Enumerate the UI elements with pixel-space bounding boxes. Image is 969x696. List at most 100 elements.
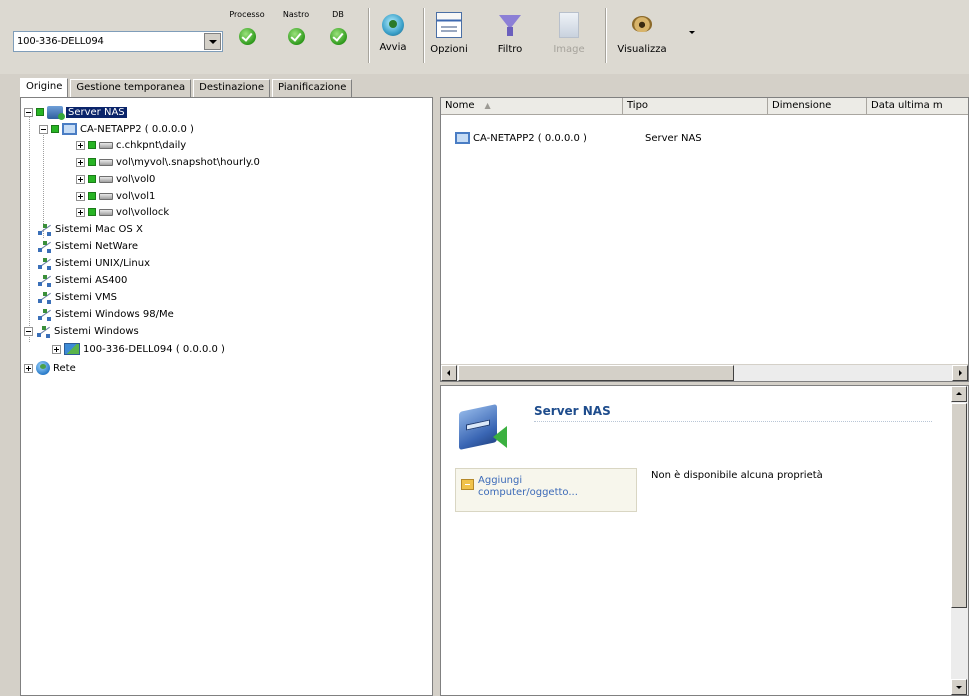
network-group-icon [37,291,52,304]
image-icon [559,12,579,38]
add-computer-button[interactable]: Aggiungi computer/oggetto... [455,468,637,512]
selection-checkbox[interactable] [88,158,96,166]
opzioni-button[interactable]: Opzioni [427,12,471,55]
options-icon [436,12,462,38]
sort-asc-icon: ▲ [484,101,491,110]
volume-icon [99,192,113,200]
tree-item-label: Server NAS [66,106,127,118]
tree-item-vms[interactable]: Sistemi VMS [37,289,117,305]
tab-origine[interactable]: Origine [20,78,69,97]
column-header-tipo[interactable]: Tipo [623,98,768,115]
visualizza-dropdown-icon[interactable] [689,31,695,34]
vertical-scrollbar[interactable] [951,386,968,695]
tree-item-volume[interactable]: vol\vollock [76,204,169,220]
tree-item-netware[interactable]: Sistemi NetWare [37,238,138,254]
collapse-icon[interactable] [24,107,33,117]
selection-checkbox[interactable] [36,108,44,116]
selection-checkbox[interactable] [51,125,59,133]
selection-checkbox[interactable] [88,141,96,149]
collapse-icon[interactable] [39,124,48,134]
scrollbar-thumb[interactable] [458,365,734,381]
tab-pianificazione[interactable]: Pianificazione [272,79,353,97]
globe-icon [36,361,50,375]
tab-destinazione[interactable]: Destinazione [193,79,271,97]
column-header-dimensione[interactable]: Dimensione [768,98,867,115]
tab-gestione-temporanea[interactable]: Gestione temporanea [70,79,192,97]
expand-icon[interactable] [76,157,85,167]
status-processo: Processo [225,10,269,45]
tree-item-unix[interactable]: Sistemi UNIX/Linux [37,255,150,271]
list-header: Nome ▲ Tipo Dimensione Data ultima m [441,98,968,115]
tree-item-label: Sistemi NetWare [55,240,139,252]
expand-icon[interactable] [52,344,61,354]
expand-icon[interactable] [76,174,85,184]
column-header-nome[interactable]: Nome ▲ [441,98,623,115]
network-group-icon [37,257,52,270]
tree-item-volume[interactable]: c.chkpnt\daily [76,137,186,153]
network-group-icon [37,308,52,321]
tree-item-rete[interactable]: Rete [24,360,76,376]
status-processo-label: Processo [229,10,265,19]
network-group-icon [37,240,52,253]
list-item[interactable]: CA-NETAPP2 ( 0.0.0.0 ) Server NAS [455,132,702,144]
horizontal-scrollbar[interactable] [441,364,968,381]
tree-item-netapp[interactable]: CA-NETAPP2 ( 0.0.0.0 ) [39,121,194,137]
chevron-down-icon[interactable] [204,33,221,50]
scroll-down-button[interactable] [951,679,967,695]
column-header-data[interactable]: Data ultima m [867,98,968,115]
network-group-icon [37,223,52,236]
detail-panel: Server NAS Aggiungi computer/oggetto... … [440,385,969,696]
image-button[interactable]: Image [547,12,591,55]
opzioni-label: Opzioni [430,44,468,55]
scroll-up-button[interactable] [951,386,967,402]
filter-icon [497,12,523,38]
scroll-left-button[interactable] [441,365,457,381]
network-group-icon [37,274,52,287]
expand-icon[interactable] [76,140,85,150]
tree-item-mac[interactable]: Sistemi Mac OS X [37,221,143,237]
tree-item-dell[interactable]: 100-336-DELL094 ( 0.0.0.0 ) [52,341,225,357]
add-computer-line1: Aggiungi [478,475,523,486]
tree-item-win98[interactable]: Sistemi Windows 98/Me [37,306,174,322]
collapse-icon[interactable] [24,326,33,336]
tree-item-label: vol\vol0 [116,173,156,185]
detail-title: Server NAS [534,404,611,418]
add-folder-icon [461,479,474,490]
expand-icon[interactable] [76,207,85,217]
tree-item-label: Sistemi Mac OS X [55,223,143,235]
selection-checkbox[interactable] [88,208,96,216]
tree-item-volume[interactable]: vol\vol0 [76,171,155,187]
toolbar-separator [368,8,370,63]
file-list[interactable]: Nome ▲ Tipo Dimensione Data ultima m CA-N… [440,97,969,382]
eye-icon [630,12,654,38]
nas-server-large-icon [459,403,507,451]
expand-icon[interactable] [76,191,85,201]
selection-checkbox[interactable] [88,175,96,183]
tree-item-volume[interactable]: vol\myvol\.snapshot\hourly.0 [76,154,260,170]
selection-checkbox[interactable] [88,192,96,200]
tree-item-label: c.chkpnt\daily [116,139,187,151]
tree-item-label: 100-336-DELL094 ( 0.0.0.0 ) [83,343,225,355]
avvia-label: Avvia [379,42,407,53]
expand-icon[interactable] [24,363,33,373]
source-tree[interactable]: Server NAS CA-NETAPP2 ( 0.0.0.0 ) c.chkp… [20,97,433,696]
scroll-right-button[interactable] [952,365,968,381]
tree-item-volume[interactable]: vol\vol1 [76,188,155,204]
tree-item-as400[interactable]: Sistemi AS400 [37,272,127,288]
visualizza-button[interactable]: Visualizza [612,12,672,55]
tree-item-server-nas[interactable]: Server NAS [24,104,127,120]
tree-item-label: Rete [53,362,76,374]
windows-computer-icon [64,343,80,355]
avvia-button[interactable]: Avvia [372,12,414,53]
server-select[interactable]: 100-336-DELL094 [13,31,223,52]
tree-item-windows[interactable]: Sistemi Windows [24,323,139,339]
check-ok-icon [329,28,347,45]
filtro-button[interactable]: Filtro [490,12,530,55]
scrollbar-thumb[interactable] [951,403,967,608]
volume-icon [99,141,113,149]
status-nastro: Nastro [274,10,318,45]
visualizza-label: Visualizza [617,44,667,55]
volume-icon [99,208,113,216]
tree-item-label: Sistemi Windows 98/Me [55,308,174,320]
toolbar-separator [605,8,607,63]
